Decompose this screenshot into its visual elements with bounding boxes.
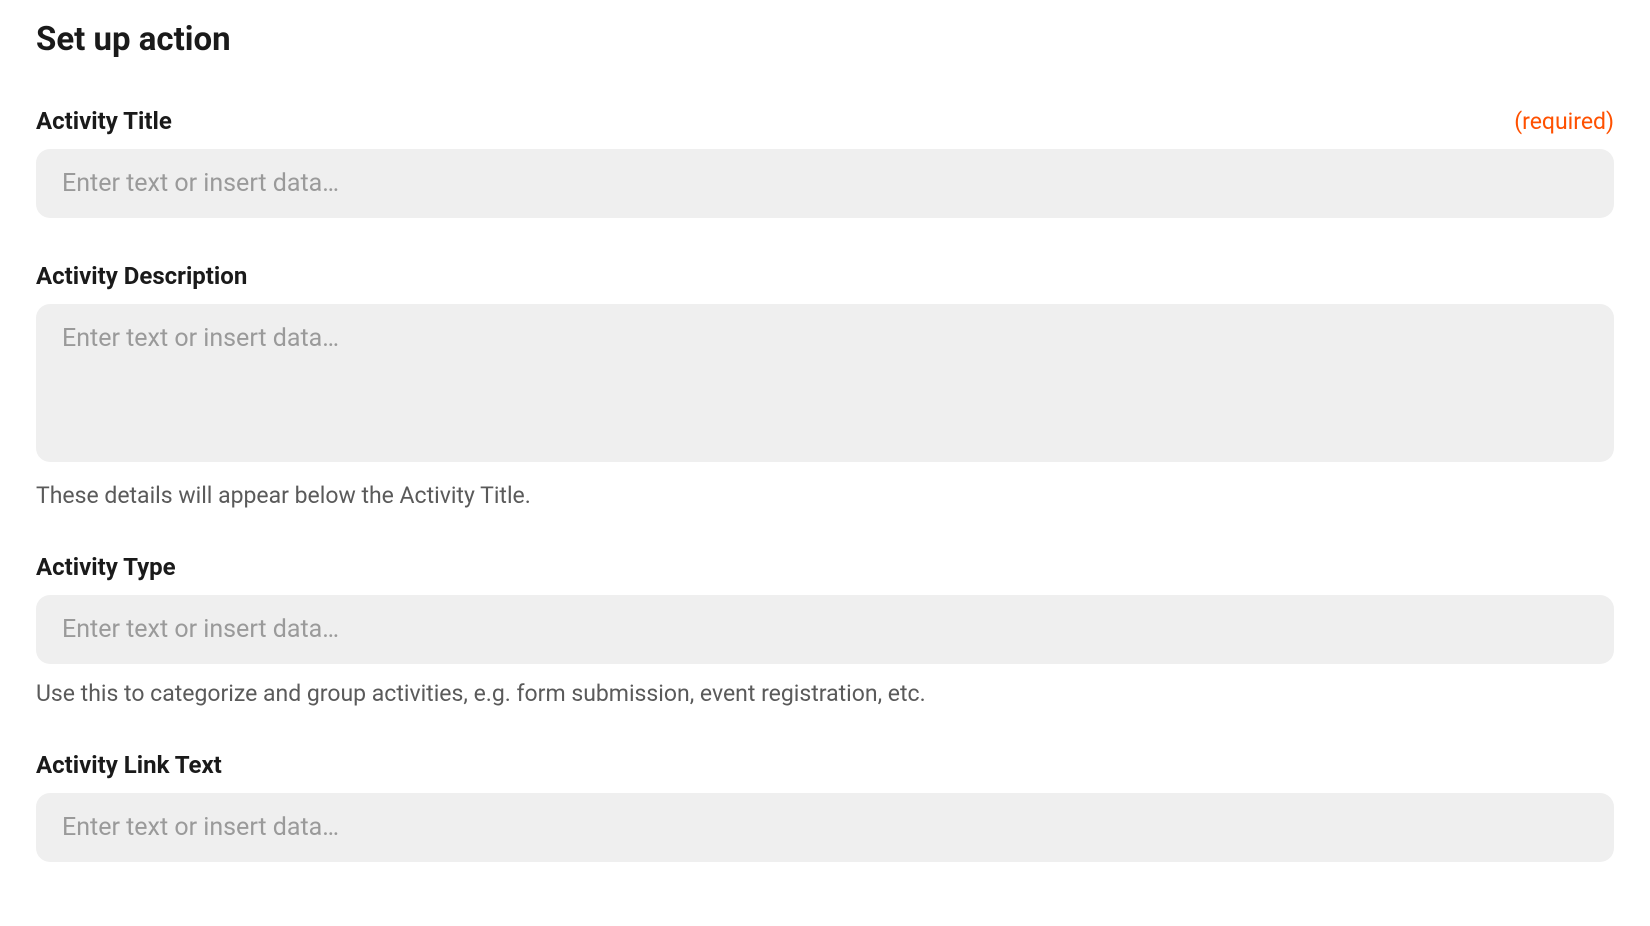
- activity-title-input[interactable]: [36, 149, 1614, 218]
- activity-title-label: Activity Title: [36, 107, 172, 135]
- label-row: Activity Link Text: [36, 751, 1614, 779]
- label-row: Activity Description: [36, 262, 1614, 290]
- label-row: Activity Title (required): [36, 107, 1614, 135]
- required-indicator: (required): [1514, 108, 1614, 135]
- field-activity-type: Activity Type Use this to categorize and…: [36, 553, 1614, 707]
- activity-type-input[interactable]: [36, 595, 1614, 664]
- activity-type-label: Activity Type: [36, 553, 176, 581]
- field-activity-title: Activity Title (required): [36, 107, 1614, 218]
- activity-description-label: Activity Description: [36, 262, 247, 290]
- label-row: Activity Type: [36, 553, 1614, 581]
- activity-type-help: Use this to categorize and group activit…: [36, 680, 1614, 707]
- activity-description-help: These details will appear below the Acti…: [36, 482, 1614, 509]
- activity-link-text-label: Activity Link Text: [36, 751, 222, 779]
- field-activity-description: Activity Description These details will …: [36, 262, 1614, 509]
- field-activity-link-text: Activity Link Text: [36, 751, 1614, 862]
- page-title: Set up action: [36, 20, 1614, 59]
- activity-description-input[interactable]: [36, 304, 1614, 462]
